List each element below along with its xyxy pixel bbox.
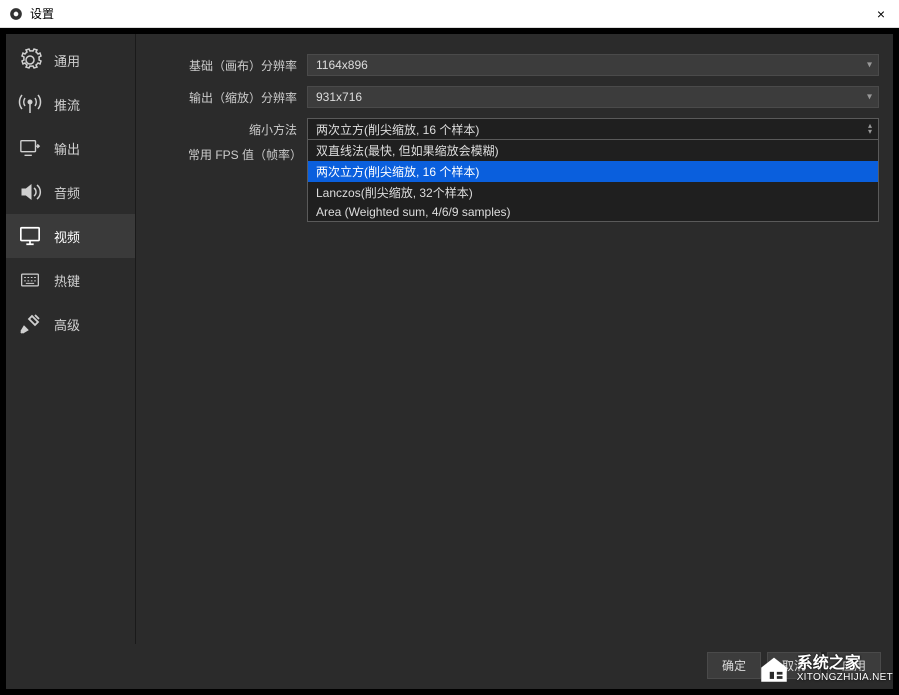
- output-icon: [16, 134, 44, 162]
- downscale-option[interactable]: 两次立方(削尖缩放, 16 个样本): [308, 161, 878, 182]
- base-resolution-label: 基础（画布）分辨率: [146, 57, 301, 74]
- downscale-option[interactable]: Area (Weighted sum, 4/6/9 samples): [308, 203, 878, 221]
- video-settings-panel: 基础（画布）分辨率 1164x896 ▾ 输出（缩放）分辨率 931x716 ▾: [136, 34, 893, 644]
- downscale-filter-dropdown: 双直线法(最快, 但如果缩放会模糊) 两次立方(削尖缩放, 16 个样本) La…: [307, 140, 879, 222]
- sidebar-item-label: 热键: [54, 271, 80, 290]
- sidebar-item-output[interactable]: 输出: [6, 126, 135, 170]
- sidebar-item-stream[interactable]: 推流: [6, 82, 135, 126]
- output-resolution-row: 输出（缩放）分辨率 931x716 ▾: [146, 86, 879, 108]
- downscale-filter-value: 两次立方(削尖缩放, 16 个样本): [316, 121, 479, 138]
- gear-icon: [16, 46, 44, 74]
- cancel-button[interactable]: 取消: [767, 652, 821, 679]
- sidebar-item-label: 高级: [54, 315, 80, 334]
- sidebar-item-label: 输出: [54, 139, 80, 158]
- base-resolution-combo[interactable]: 1164x896 ▾: [307, 54, 879, 76]
- downscale-filter-label: 缩小方法: [146, 121, 301, 138]
- chevron-updown-icon: ▴▾: [868, 123, 872, 135]
- app-icon: [8, 6, 24, 22]
- dialog-footer: 确定 取消 应用: [6, 644, 893, 689]
- downscale-filter-row: 缩小方法 两次立方(削尖缩放, 16 个样本) ▴▾ 双直线法(最快, 但如果缩…: [146, 118, 879, 140]
- base-resolution-value: 1164x896: [316, 58, 368, 72]
- output-resolution-value: 931x716: [316, 90, 362, 104]
- chevron-down-icon: ▾: [867, 92, 872, 103]
- speaker-icon: [16, 178, 44, 206]
- output-resolution-combo[interactable]: 931x716 ▾: [307, 86, 879, 108]
- sidebar-item-label: 视频: [54, 227, 80, 246]
- output-resolution-label: 输出（缩放）分辨率: [146, 89, 301, 106]
- sidebar-item-advanced[interactable]: 高级: [6, 302, 135, 346]
- fps-label: 常用 FPS 值（帧率）: [146, 146, 306, 163]
- sidebar-item-label: 推流: [54, 95, 80, 114]
- sidebar-item-general[interactable]: 通用: [6, 38, 135, 82]
- chevron-down-icon: ▾: [867, 60, 872, 71]
- fps-row: 常用 FPS 值（帧率） ▴▾: [146, 146, 326, 163]
- downscale-filter-combo[interactable]: 两次立方(削尖缩放, 16 个样本) ▴▾: [307, 118, 879, 140]
- sidebar: 通用 推流 输出 音频: [6, 34, 136, 644]
- downscale-option[interactable]: Lanczos(削尖缩放, 32个样本): [308, 182, 878, 203]
- tools-icon: [16, 310, 44, 338]
- window-title: 设置: [30, 5, 871, 22]
- titlebar: 设置 ×: [0, 0, 899, 28]
- sidebar-item-hotkeys[interactable]: 热键: [6, 258, 135, 302]
- apply-button[interactable]: 应用: [827, 652, 881, 679]
- window-body: 通用 推流 输出 音频: [0, 28, 899, 695]
- sidebar-item-audio[interactable]: 音频: [6, 170, 135, 214]
- antenna-icon: [16, 90, 44, 118]
- monitor-icon: [16, 222, 44, 250]
- close-button[interactable]: ×: [871, 6, 891, 22]
- ok-button[interactable]: 确定: [707, 652, 761, 679]
- sidebar-item-label: 音频: [54, 183, 80, 202]
- sidebar-item-label: 通用: [54, 51, 80, 70]
- downscale-option[interactable]: 双直线法(最快, 但如果缩放会模糊): [308, 140, 878, 161]
- sidebar-item-video[interactable]: 视频: [6, 214, 135, 258]
- base-resolution-row: 基础（画布）分辨率 1164x896 ▾: [146, 54, 879, 76]
- keyboard-icon: [16, 266, 44, 294]
